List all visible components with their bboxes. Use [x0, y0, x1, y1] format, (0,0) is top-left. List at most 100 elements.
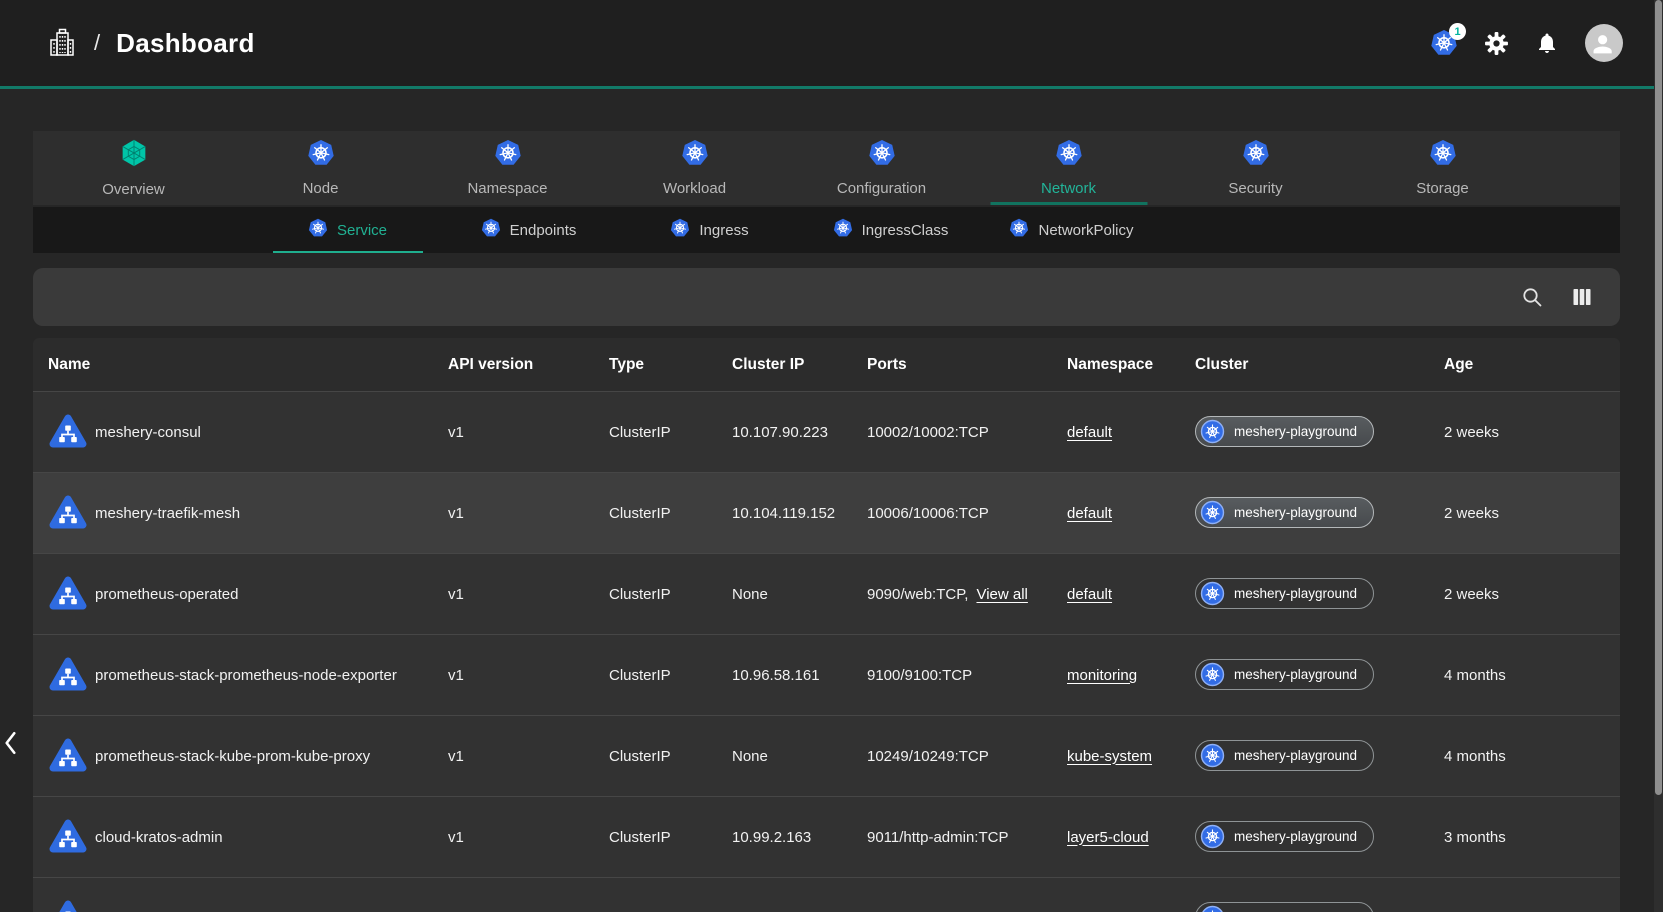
- cluster-chip[interactable]: meshery-playground: [1195, 497, 1374, 528]
- cluster-chip[interactable]: meshery-playground: [1195, 740, 1374, 771]
- cluster-chip[interactable]: meshery-playground: [1195, 416, 1374, 447]
- kubernetes-context-icon[interactable]: 1: [1430, 29, 1458, 57]
- cluster-name: meshery-playground: [1234, 586, 1357, 601]
- services-table: Name API version Type Cluster IP Ports N…: [33, 338, 1620, 912]
- tab-security[interactable]: Security: [1162, 131, 1349, 205]
- table-row[interactable]: prometheus-stack-kube-prom-kube-proxy v1…: [33, 715, 1620, 796]
- ports-text: 9090/web:TCP,: [867, 586, 968, 603]
- tab-node[interactable]: Node: [227, 131, 414, 205]
- col-cluster[interactable]: Cluster: [1195, 356, 1444, 374]
- kubernetes-icon: [868, 139, 896, 172]
- subtab-service[interactable]: Service: [257, 207, 438, 253]
- cluster-name: meshery-playground: [1234, 667, 1357, 682]
- cluster-ip: 10.104.119.152: [732, 505, 867, 522]
- service-name: prometheus-stack-prometheus-node-exporte…: [95, 667, 397, 684]
- user-avatar[interactable]: [1585, 24, 1623, 62]
- service-type: ClusterIP: [609, 829, 732, 846]
- table-toolbar: [33, 268, 1620, 326]
- view-all-link[interactable]: View all: [976, 586, 1027, 603]
- subtab-ingress[interactable]: Ingress: [619, 207, 800, 253]
- cluster-ip: 10.107.90.223: [732, 424, 867, 441]
- collapse-drawer-chevron-icon[interactable]: [2, 730, 20, 761]
- col-type[interactable]: Type: [609, 356, 732, 374]
- tab-network[interactable]: Network: [975, 131, 1162, 205]
- namespace-link[interactable]: layer5-cloud: [1067, 829, 1149, 846]
- age: 4 months: [1444, 667, 1620, 684]
- context-count-badge: 1: [1449, 23, 1466, 40]
- api-version: v1: [448, 829, 609, 846]
- col-ports[interactable]: Ports: [867, 356, 1067, 374]
- kubernetes-icon: [1200, 500, 1225, 525]
- cluster-ip: 10.96.58.161: [732, 667, 867, 684]
- organization-building-icon[interactable]: [46, 27, 78, 59]
- settings-gear-icon[interactable]: [1484, 31, 1509, 56]
- age: 3 months: [1444, 829, 1620, 846]
- cluster-name: meshery-playground: [1234, 829, 1357, 844]
- header-actions: 1: [1430, 24, 1637, 62]
- table-row[interactable]: meshery meshery-playground: [33, 877, 1620, 912]
- cluster-chip[interactable]: meshery-playground: [1195, 659, 1374, 690]
- table-row[interactable]: prometheus-stack-prometheus-node-exporte…: [33, 634, 1620, 715]
- service-resource-icon: [48, 898, 88, 912]
- service-type: ClusterIP: [609, 667, 732, 684]
- service-resource-icon: [48, 655, 88, 695]
- resource-category-tabs: Overview Node Namespace Workload Configu…: [33, 131, 1620, 205]
- selected-subtab-underline: [273, 251, 423, 254]
- kubernetes-icon: [1200, 905, 1225, 912]
- kubernetes-icon: [494, 139, 522, 172]
- view-columns-icon[interactable]: [1566, 281, 1598, 313]
- cluster-chip[interactable]: meshery-playground: [1195, 578, 1374, 609]
- service-resource-icon: [48, 574, 88, 614]
- namespace-link[interactable]: default: [1067, 586, 1112, 603]
- api-version: v1: [448, 424, 609, 441]
- service-name: meshery-consul: [95, 424, 201, 441]
- search-icon[interactable]: [1516, 281, 1548, 313]
- age: 4 months: [1444, 748, 1620, 765]
- subtab-ingressclass[interactable]: IngressClass: [800, 207, 981, 253]
- tab-configuration[interactable]: Configuration: [788, 131, 975, 205]
- age: 2 weeks: [1444, 505, 1620, 522]
- table-row[interactable]: meshery-consul v1 ClusterIP 10.107.90.22…: [33, 391, 1620, 472]
- kubernetes-icon: [1429, 139, 1457, 172]
- cluster-name: meshery-playground: [1234, 748, 1357, 763]
- subtab-endpoints[interactable]: Endpoints: [438, 207, 619, 253]
- api-version: v1: [448, 748, 609, 765]
- col-api-version[interactable]: API version: [448, 356, 609, 374]
- kubernetes-icon: [1200, 419, 1225, 444]
- meshery-icon: [119, 138, 149, 173]
- api-version: v1: [448, 586, 609, 603]
- cluster-ip: 10.99.2.163: [732, 829, 867, 846]
- kubernetes-icon: [1200, 824, 1225, 849]
- table-row[interactable]: cloud-kratos-admin v1 ClusterIP 10.99.2.…: [33, 796, 1620, 877]
- ports-text: 9011/http-admin:TCP: [867, 829, 1008, 846]
- service-type: ClusterIP: [609, 424, 732, 441]
- tab-storage[interactable]: Storage: [1349, 131, 1536, 205]
- kubernetes-icon: [670, 218, 690, 243]
- api-version: v1: [448, 505, 609, 522]
- service-name: prometheus-stack-kube-prom-kube-proxy: [95, 748, 370, 765]
- cluster-chip[interactable]: meshery-playground: [1195, 821, 1374, 852]
- col-age[interactable]: Age: [1444, 356, 1620, 374]
- namespace-link[interactable]: monitoring: [1067, 667, 1137, 684]
- cluster-chip[interactable]: meshery-playground: [1195, 902, 1374, 912]
- namespace-link[interactable]: default: [1067, 424, 1112, 441]
- subtab-networkpolicy[interactable]: NetworkPolicy: [981, 207, 1162, 253]
- tab-overview[interactable]: Overview: [40, 131, 227, 205]
- table-header-row: Name API version Type Cluster IP Ports N…: [33, 338, 1620, 391]
- service-name: prometheus-operated: [95, 586, 238, 603]
- cluster-name: meshery-playground: [1234, 424, 1357, 439]
- kubernetes-icon: [1009, 218, 1029, 243]
- namespace-link[interactable]: kube-system: [1067, 748, 1152, 765]
- tab-workload[interactable]: Workload: [601, 131, 788, 205]
- col-namespace[interactable]: Namespace: [1067, 356, 1195, 374]
- tab-namespace[interactable]: Namespace: [414, 131, 601, 205]
- service-name: cloud-kratos-admin: [95, 829, 223, 846]
- col-name[interactable]: Name: [33, 356, 448, 374]
- notifications-bell-icon[interactable]: [1535, 31, 1559, 55]
- table-row[interactable]: meshery-traefik-mesh v1 ClusterIP 10.104…: [33, 472, 1620, 553]
- col-cluster-ip[interactable]: Cluster IP: [732, 356, 867, 374]
- page-title: Dashboard: [116, 28, 255, 59]
- namespace-link[interactable]: default: [1067, 505, 1112, 522]
- table-row[interactable]: prometheus-operated v1 ClusterIP None 90…: [33, 553, 1620, 634]
- scrollbar-thumb[interactable]: [1655, 0, 1662, 795]
